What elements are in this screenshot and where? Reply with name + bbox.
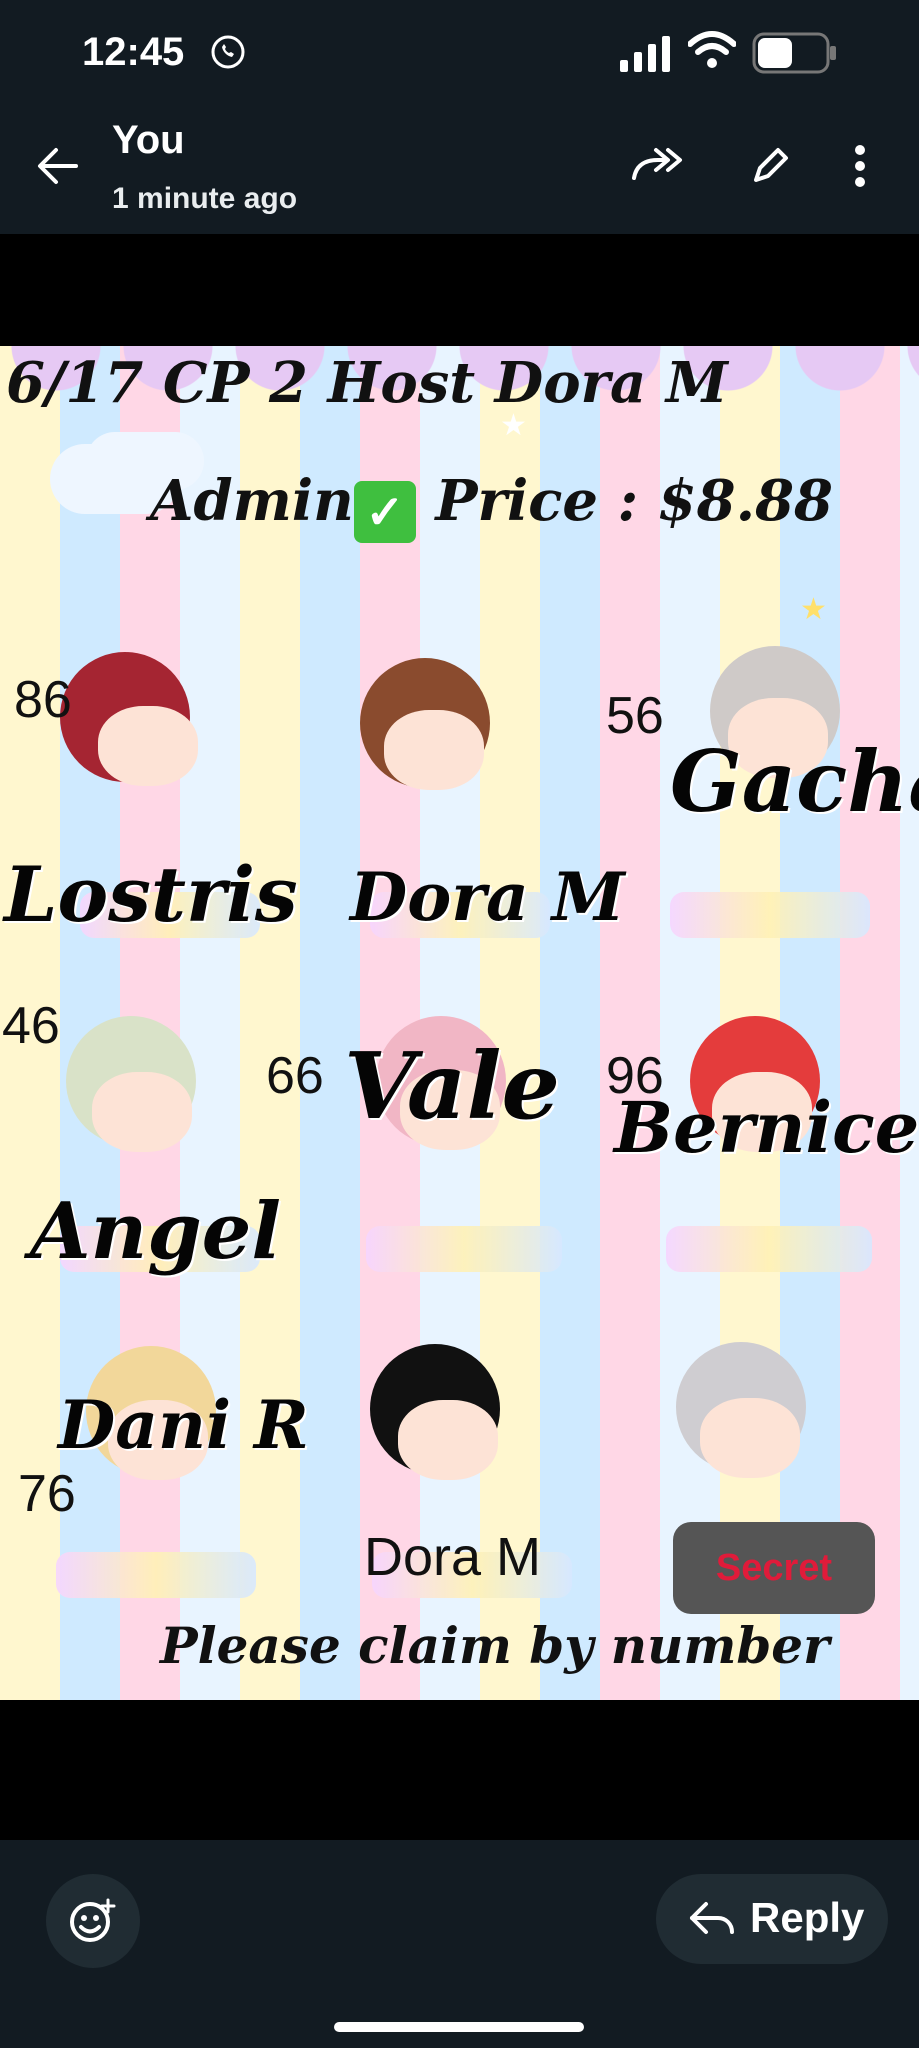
label-banner (366, 1226, 562, 1272)
status-bar: 12:45 (0, 0, 919, 100)
timestamp-subtitle: 1 minute ago (112, 182, 298, 215)
signal-icon (620, 36, 670, 72)
back-arrow-icon[interactable] (36, 144, 80, 188)
reply-button[interactable]: Reply (656, 1874, 888, 1964)
forward-icon[interactable] (630, 144, 684, 184)
figure-face (398, 1400, 498, 1480)
figure-face (92, 1072, 192, 1152)
label-banner (56, 1552, 256, 1598)
battery-icon (752, 32, 836, 74)
shared-image[interactable]: ★ ★ 6/17 CP 2 Host Dora M Admin ✓ Price :… (0, 346, 919, 1700)
whatsapp-icon (211, 35, 245, 69)
home-indicator[interactable] (334, 2022, 584, 2032)
reply-label: Reply (750, 1894, 865, 1941)
label-banner (666, 1226, 872, 1272)
bottom-bar: Reply (0, 1840, 919, 2048)
figure-face (700, 1398, 800, 1478)
admin-price-line: Admin ✓ Price : $8.88 (150, 468, 833, 543)
claim-name: Angel (30, 1186, 282, 1277)
figure-face (98, 706, 198, 786)
reply-arrow-icon (690, 1902, 734, 1934)
claim-instruction: Please claim by number (160, 1616, 830, 1675)
label-banner (670, 892, 870, 938)
sender-title: You (112, 118, 185, 162)
item-number: 86 (14, 671, 72, 729)
edit-pencil-icon[interactable] (750, 146, 790, 186)
claim-name: Dani R (58, 1386, 309, 1464)
price-label: Price : $8.88 (435, 468, 833, 534)
claim-name: Vale (344, 1032, 561, 1140)
claim-name: Dora M (364, 1527, 542, 1587)
item-number: 76 (18, 1465, 76, 1523)
secret-badge: Secret (673, 1522, 875, 1614)
item-number: 46 (2, 997, 60, 1055)
status-time: 12:45 (82, 30, 185, 74)
more-vertical-icon[interactable] (852, 144, 868, 188)
emoji-add-icon (70, 1898, 116, 1942)
image-header: 6/17 CP 2 Host Dora M (6, 350, 728, 416)
claim-name: Lostris (4, 850, 298, 939)
react-button[interactable] (46, 1874, 140, 1968)
item-number: 56 (606, 687, 664, 745)
wifi-icon (688, 31, 736, 68)
star-icon: ★ (800, 593, 827, 626)
claim-name: Dora M (350, 858, 625, 936)
claim-name: Bernice (614, 1086, 919, 1169)
claim-name: Gacha (670, 732, 919, 831)
check-icon: ✓ (353, 481, 416, 543)
app-bar: You 1 minute ago (0, 100, 919, 234)
admin-label: Admin (150, 468, 354, 534)
item-number: 66 (266, 1047, 324, 1105)
figure-face (384, 710, 484, 790)
